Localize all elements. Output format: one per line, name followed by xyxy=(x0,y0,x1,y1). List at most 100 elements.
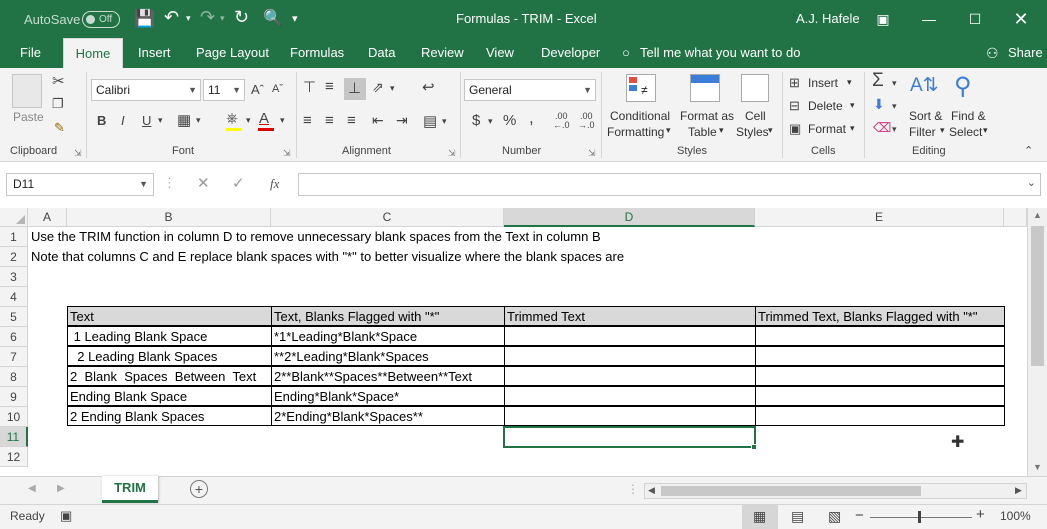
confirm-entry-icon[interactable]: ✓ xyxy=(232,174,245,192)
delete-cells-icon[interactable]: ⊟ xyxy=(789,98,800,114)
active-cell-d11[interactable] xyxy=(503,426,756,448)
format-as-table-icon[interactable] xyxy=(690,74,720,102)
align-right-icon[interactable]: ≡ xyxy=(347,112,356,129)
row-header[interactable]: 1 xyxy=(0,227,28,247)
sheet-tab-trim[interactable]: TRIM xyxy=(102,476,158,503)
splitter-icon[interactable]: ⋮ xyxy=(627,482,639,496)
table-cell-c8[interactable]: 2**Blank**Spaces**Between**Text xyxy=(271,366,505,386)
table-cell-d6[interactable] xyxy=(504,326,756,346)
column-header-c[interactable]: C xyxy=(271,208,504,227)
align-center-icon[interactable]: ≡ xyxy=(325,112,334,129)
print-preview-icon[interactable]: 🔍 xyxy=(263,8,283,28)
decrease-decimal-icon[interactable]: .00 →.0 xyxy=(578,112,595,130)
chevron-down-icon[interactable]: ▾ xyxy=(158,115,163,126)
macro-record-icon[interactable]: ▣ xyxy=(60,508,72,524)
table-cell-d8[interactable] xyxy=(504,366,756,386)
increase-font-icon[interactable]: Aˆ xyxy=(251,82,264,97)
conditional-formatting-icon[interactable]: ≠ xyxy=(626,74,656,102)
zoom-slider[interactable] xyxy=(870,517,972,518)
vertical-scrollbar[interactable]: ▲ ▼ xyxy=(1027,208,1047,476)
name-box[interactable]: D11 ▼ xyxy=(6,173,154,196)
tab-insert[interactable]: Insert xyxy=(138,38,171,68)
currency-button[interactable]: $ xyxy=(472,112,480,129)
sort-filter-line1[interactable]: Sort & xyxy=(909,109,942,123)
table-header-trimmed-flagged[interactable]: Trimmed Text, Blanks Flagged with "*" xyxy=(755,306,1005,326)
insert-function-button[interactable]: fx xyxy=(270,176,279,192)
tab-view[interactable]: View xyxy=(486,38,514,68)
conditional-formatting-line2[interactable]: Formatting xyxy=(607,125,664,139)
merge-center-icon[interactable]: ▤ xyxy=(423,112,437,130)
row-header[interactable]: 12 xyxy=(0,447,28,467)
tab-file[interactable]: File xyxy=(20,38,44,68)
paste-button[interactable]: Paste xyxy=(13,110,44,124)
table-cell-e6[interactable] xyxy=(755,326,1005,346)
share-button[interactable]: Share xyxy=(1008,38,1043,68)
format-cells-icon[interactable]: ▣ xyxy=(789,121,801,137)
table-header-text[interactable]: Text xyxy=(67,306,272,326)
chevron-down-icon[interactable]: ▾ xyxy=(892,101,897,112)
user-name[interactable]: A.J. Hafele xyxy=(796,11,860,26)
row-header[interactable]: 6 xyxy=(0,327,28,347)
prev-sheet-icon[interactable]: ◀ xyxy=(28,483,36,494)
maximize-button[interactable]: ☐ xyxy=(952,0,998,38)
formula-input[interactable]: ⌄ xyxy=(298,173,1041,196)
paste-icon[interactable] xyxy=(12,74,42,108)
customize-qat-icon[interactable]: ▾ xyxy=(292,12,298,25)
column-header-f[interactable] xyxy=(1004,208,1027,227)
cell-styles-icon[interactable] xyxy=(741,74,769,102)
font-name-dropdown[interactable]: Calibri ▼ xyxy=(91,79,201,101)
worksheet-grid[interactable]: A B C D E 1 2 3 4 5 6 7 8 9 10 11 12 Use… xyxy=(0,208,1047,476)
cell-a1[interactable]: Use the TRIM function in column D to rem… xyxy=(29,227,1009,247)
minimize-button[interactable]: — xyxy=(906,0,952,38)
autosave-toggle[interactable]: Off xyxy=(82,11,120,28)
autosum-icon[interactable]: Σ xyxy=(872,70,884,92)
table-cell-c6[interactable]: *1*Leading*Blank*Space xyxy=(271,326,505,346)
page-layout-view-icon[interactable]: ▤ xyxy=(791,508,804,525)
chevron-down-icon[interactable]: ▾ xyxy=(892,124,897,135)
ribbon-display-options-icon[interactable]: ▣ xyxy=(860,0,906,38)
scroll-down-icon[interactable]: ▼ xyxy=(1033,462,1042,472)
close-button[interactable]: ✕ xyxy=(998,0,1044,38)
row-header[interactable]: 3 xyxy=(0,267,28,287)
insert-cells-icon[interactable]: ⊞ xyxy=(789,75,800,91)
bottom-align-button[interactable]: ⊥ xyxy=(344,78,366,100)
table-cell-c9[interactable]: Ending*Blank*Space* xyxy=(271,386,505,406)
horizontal-scrollbar[interactable]: ◀ ▶ xyxy=(644,483,1027,499)
tab-page-layout[interactable]: Page Layout xyxy=(196,38,269,68)
chevron-down-icon[interactable]: ▾ xyxy=(847,77,852,88)
horizontal-scroll-thumb[interactable] xyxy=(661,486,921,496)
zoom-in-icon[interactable]: + xyxy=(976,506,985,523)
table-cell-b8[interactable]: 2 Blank Spaces Between Text xyxy=(67,366,272,386)
fill-color-icon[interactable]: ⎈ xyxy=(226,110,238,127)
chevron-down-icon[interactable]: ▾ xyxy=(442,116,447,127)
cut-icon[interactable]: ✂ xyxy=(52,72,65,90)
wrap-text-icon[interactable]: ↩ xyxy=(422,78,435,96)
redo-icon[interactable]: ↷ xyxy=(200,7,215,28)
table-cell-e8[interactable] xyxy=(755,366,1005,386)
chevron-down-icon[interactable]: ▾ xyxy=(719,125,724,136)
font-color-icon[interactable]: A xyxy=(259,110,269,127)
scroll-right-icon[interactable]: ▶ xyxy=(1015,485,1022,496)
zoom-level[interactable]: 100% xyxy=(1000,509,1031,523)
column-header-e[interactable]: E xyxy=(755,208,1004,227)
chevron-down-icon[interactable]: ▾ xyxy=(892,78,897,89)
scroll-up-icon[interactable]: ▲ xyxy=(1033,210,1042,220)
row-header[interactable]: 8 xyxy=(0,367,28,387)
zoom-slider-thumb[interactable] xyxy=(918,511,921,523)
chevron-down-icon[interactable]: ▾ xyxy=(246,115,251,126)
column-header-a[interactable]: A xyxy=(28,208,67,227)
row-header[interactable]: 11 xyxy=(0,427,28,447)
table-cell-b10[interactable]: 2 Ending Blank Spaces xyxy=(67,406,272,426)
chevron-down-icon[interactable]: ▾ xyxy=(850,123,855,134)
chevron-down-icon[interactable]: ▾ xyxy=(666,125,671,136)
chevron-down-icon[interactable]: ▾ xyxy=(390,83,395,94)
sort-filter-icon[interactable]: A⇅ xyxy=(910,74,939,97)
fill-icon[interactable]: ⬇ xyxy=(873,96,885,113)
format-cells-button[interactable]: Format xyxy=(808,122,846,136)
decrease-indent-icon[interactable]: ⇤ xyxy=(372,112,384,129)
font-launcher-icon[interactable]: ⇲ xyxy=(283,148,291,159)
comma-button[interactable]: , xyxy=(529,108,534,128)
table-header-flagged[interactable]: Text, Blanks Flagged with "*" xyxy=(271,306,505,326)
column-header-d[interactable]: D xyxy=(504,208,755,227)
tell-me-search[interactable]: Tell me what you want to do xyxy=(640,38,800,68)
